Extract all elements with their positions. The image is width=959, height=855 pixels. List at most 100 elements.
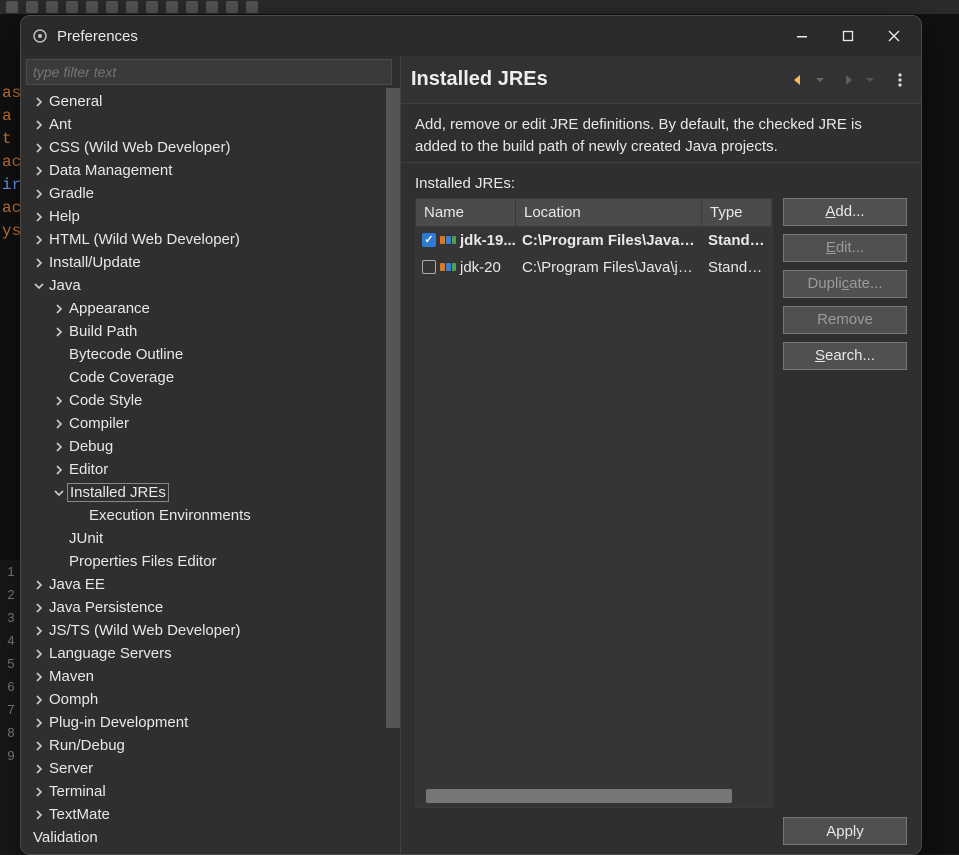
tree-item[interactable]: Execution Environments bbox=[21, 504, 400, 527]
chevron-right-icon[interactable] bbox=[31, 94, 47, 110]
tree-item[interactable]: TextMate bbox=[21, 803, 400, 826]
tree-item[interactable]: Java Persistence bbox=[21, 596, 400, 619]
chevron-right-icon[interactable] bbox=[31, 232, 47, 248]
chevron-right-icon[interactable] bbox=[31, 738, 47, 754]
chevron-right-icon[interactable] bbox=[31, 140, 47, 156]
tree-item[interactable]: Server bbox=[21, 757, 400, 780]
jre-default-checkbox[interactable] bbox=[422, 260, 436, 274]
tree-item[interactable]: Editor bbox=[21, 458, 400, 481]
table-horizontal-scrollbar[interactable] bbox=[426, 789, 732, 803]
tree-item[interactable]: Properties Files Editor bbox=[21, 550, 400, 573]
chevron-down-icon[interactable] bbox=[51, 485, 67, 501]
add-button[interactable]: Add... bbox=[783, 198, 907, 226]
titlebar: Preferences bbox=[21, 16, 921, 56]
column-header-location[interactable]: Location bbox=[516, 199, 702, 226]
tree-item[interactable]: JS/TS (Wild Web Developer) bbox=[21, 619, 400, 642]
page-menu-button[interactable] bbox=[889, 69, 911, 91]
chevron-right-icon[interactable] bbox=[31, 117, 47, 133]
chevron-down-icon[interactable] bbox=[31, 278, 47, 294]
chevron-right-icon[interactable] bbox=[31, 600, 47, 616]
tree-item[interactable]: Gradle bbox=[21, 182, 400, 205]
chevron-right-icon[interactable] bbox=[31, 761, 47, 777]
chevron-right-icon[interactable] bbox=[51, 324, 67, 340]
tree-item[interactable]: Run/Debug bbox=[21, 734, 400, 757]
tree-item[interactable]: Install/Update bbox=[21, 251, 400, 274]
history-back-button[interactable] bbox=[787, 69, 809, 91]
tree-item[interactable]: Terminal bbox=[21, 780, 400, 803]
history-forward-button[interactable] bbox=[837, 69, 859, 91]
chevron-right-icon[interactable] bbox=[31, 669, 47, 685]
tree-item[interactable]: Code Style bbox=[21, 389, 400, 412]
tree-item[interactable]: Maven bbox=[21, 665, 400, 688]
chevron-right-icon[interactable] bbox=[51, 462, 67, 478]
tree-item[interactable]: Build Path bbox=[21, 320, 400, 343]
tree-item-label: Help bbox=[47, 208, 82, 225]
chevron-right-icon[interactable] bbox=[31, 163, 47, 179]
chevron-right-icon[interactable] bbox=[31, 577, 47, 593]
tree-item-label: Code Coverage bbox=[67, 369, 176, 386]
chevron-right-icon[interactable] bbox=[31, 623, 47, 639]
tree-item[interactable]: JUnit bbox=[21, 527, 400, 550]
chevron-right-icon[interactable] bbox=[31, 807, 47, 823]
chevron-right-icon[interactable] bbox=[51, 416, 67, 432]
tree-item[interactable]: Data Management bbox=[21, 159, 400, 182]
tree-item-label: Installed JREs bbox=[67, 483, 169, 502]
tree-item[interactable]: Code Coverage bbox=[21, 366, 400, 389]
window-maximize-button[interactable] bbox=[825, 19, 871, 53]
window-minimize-button[interactable] bbox=[779, 19, 825, 53]
tree-item-label: Java bbox=[47, 277, 83, 294]
search-button[interactable]: Search... bbox=[783, 342, 907, 370]
tree-item[interactable]: Installed JREs bbox=[21, 481, 400, 504]
remove-button[interactable]: Remove bbox=[783, 306, 907, 334]
tree-item[interactable]: Help bbox=[21, 205, 400, 228]
jre-name: jdk-20 bbox=[460, 259, 501, 276]
tree-item[interactable]: Java EE bbox=[21, 573, 400, 596]
tree-item[interactable]: Bytecode Outline bbox=[21, 343, 400, 366]
chevron-right-icon[interactable] bbox=[31, 715, 47, 731]
tree-item[interactable]: HTML (Wild Web Developer) bbox=[21, 228, 400, 251]
duplicate-button[interactable]: Duplicate... bbox=[783, 270, 907, 298]
jre-default-checkbox[interactable]: ✓ bbox=[422, 233, 436, 247]
jre-table[interactable]: Name Location Type ✓jdk-19...C:\Program … bbox=[415, 198, 773, 809]
chevron-right-icon[interactable] bbox=[31, 186, 47, 202]
back-dropdown-icon[interactable] bbox=[809, 69, 831, 91]
chevron-right-icon[interactable] bbox=[51, 439, 67, 455]
preferences-tree[interactable]: GeneralAntCSS (Wild Web Developer)Data M… bbox=[21, 88, 400, 854]
tree-scrollbar[interactable] bbox=[386, 88, 400, 728]
tree-item-label: Editor bbox=[67, 461, 110, 478]
tree-item-label: Language Servers bbox=[47, 645, 174, 662]
apply-button[interactable]: Apply bbox=[783, 817, 907, 845]
page-description: Add, remove or edit JRE definitions. By … bbox=[401, 104, 921, 163]
chevron-right-icon[interactable] bbox=[31, 692, 47, 708]
tree-item[interactable]: Appearance bbox=[21, 297, 400, 320]
chevron-right-icon[interactable] bbox=[51, 393, 67, 409]
window-close-button[interactable] bbox=[871, 19, 917, 53]
column-header-type[interactable]: Type bbox=[702, 199, 772, 226]
tree-item[interactable]: Plug-in Development bbox=[21, 711, 400, 734]
edit-button[interactable]: Edit... bbox=[783, 234, 907, 262]
tree-item[interactable]: Compiler bbox=[21, 412, 400, 435]
chevron-right-icon[interactable] bbox=[51, 301, 67, 317]
column-header-name[interactable]: Name bbox=[416, 199, 516, 226]
filter-input[interactable] bbox=[26, 59, 392, 85]
chevron-right-icon[interactable] bbox=[31, 646, 47, 662]
tree-item[interactable]: Java bbox=[21, 274, 400, 297]
tree-item[interactable]: Oomph bbox=[21, 688, 400, 711]
forward-dropdown-icon[interactable] bbox=[859, 69, 881, 91]
dialog-title: Preferences bbox=[57, 28, 138, 45]
tree-item-label: Java Persistence bbox=[47, 599, 165, 616]
chevron-right-icon[interactable] bbox=[31, 784, 47, 800]
tree-item-label: Maven bbox=[47, 668, 96, 685]
chevron-right-icon[interactable] bbox=[31, 255, 47, 271]
table-row[interactable]: jdk-20C:\Program Files\Java\jdk-20Standa… bbox=[416, 254, 772, 281]
tree-item[interactable]: CSS (Wild Web Developer) bbox=[21, 136, 400, 159]
editor-toolbar bbox=[0, 0, 959, 14]
tree-item[interactable]: Validation bbox=[21, 826, 400, 849]
tree-item[interactable]: General bbox=[21, 90, 400, 113]
chevron-right-icon[interactable] bbox=[31, 209, 47, 225]
tree-item[interactable]: Debug bbox=[21, 435, 400, 458]
tree-item[interactable]: Ant bbox=[21, 113, 400, 136]
table-row[interactable]: ✓jdk-19...C:\Program Files\Java\jd...Sta… bbox=[416, 227, 772, 254]
tree-item-label: Execution Environments bbox=[87, 507, 253, 524]
tree-item[interactable]: Language Servers bbox=[21, 642, 400, 665]
